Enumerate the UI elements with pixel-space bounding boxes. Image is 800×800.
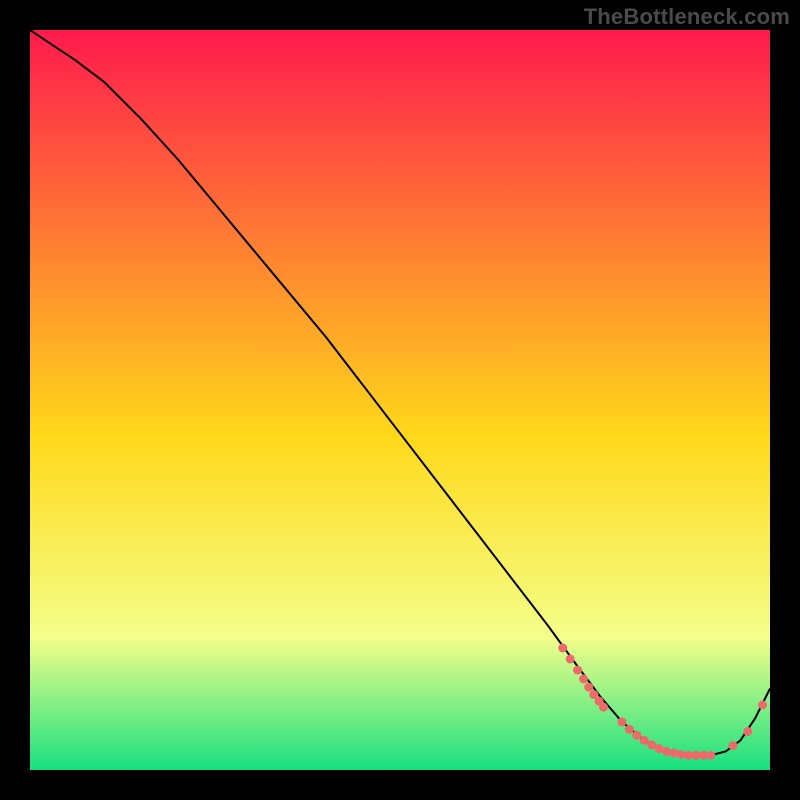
highlight-dot xyxy=(743,727,752,736)
plot-area xyxy=(30,30,770,770)
highlight-dot xyxy=(625,725,634,734)
highlight-dot xyxy=(599,703,608,712)
gradient-background xyxy=(30,30,770,770)
highlight-dot xyxy=(632,731,641,740)
highlight-dot xyxy=(662,747,671,756)
highlight-dot xyxy=(566,655,575,664)
chart-stage: TheBottleneck.com xyxy=(0,0,800,800)
highlight-dot xyxy=(669,748,678,757)
highlight-dot xyxy=(706,751,715,760)
highlight-dot xyxy=(573,666,582,675)
highlight-dot xyxy=(758,700,767,709)
highlight-dot xyxy=(729,741,738,750)
highlight-dot xyxy=(618,717,627,726)
highlight-dot xyxy=(558,643,567,652)
chart-svg xyxy=(30,30,770,770)
watermark-text: TheBottleneck.com xyxy=(584,4,790,30)
highlight-dot xyxy=(579,674,588,683)
highlight-dot xyxy=(584,683,593,692)
